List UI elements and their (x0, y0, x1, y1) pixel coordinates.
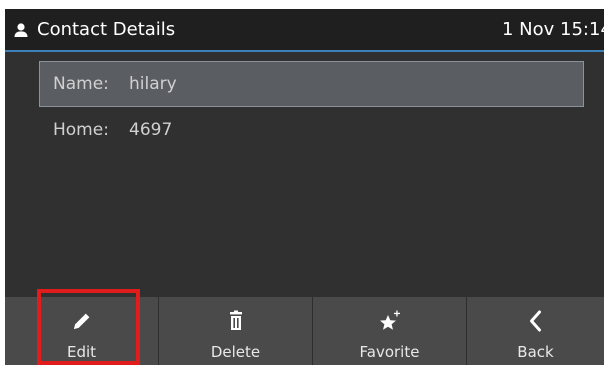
home-value: 4697 (129, 120, 173, 140)
pencil-icon (73, 313, 89, 329)
chevron-left-icon (529, 310, 541, 332)
phone-screen: Contact Details 1 Nov 15:14 Name: hilary… (0, 0, 604, 365)
date-time: 1 Nov 15:14 (502, 19, 604, 40)
contact-field-name-row[interactable]: Name: hilary (39, 61, 584, 107)
trash-icon (229, 310, 242, 330)
phone-display: Contact Details 1 Nov 15:14 Name: hilary… (5, 9, 604, 365)
home-label: Home: (53, 120, 109, 140)
favorite-button[interactable]: Favorite (313, 297, 467, 365)
delete-label: Delete (210, 343, 261, 361)
delete-button[interactable]: Delete (159, 297, 313, 365)
softkey-bar: Edit Delete Favorite Back (5, 297, 604, 365)
star-plus-icon (379, 310, 400, 330)
back-label: Back (517, 343, 554, 361)
title-bar: Contact Details 1 Nov 15:14 (5, 9, 604, 52)
name-label: Name: (53, 74, 109, 94)
edit-button[interactable]: Edit (5, 297, 159, 365)
person-icon (14, 23, 28, 37)
favorite-label: Favorite (359, 343, 420, 361)
edit-label: Edit (66, 343, 97, 361)
contact-field-home-row[interactable]: Home: 4697 (39, 109, 584, 153)
page-title: Contact Details (37, 19, 176, 40)
back-button[interactable]: Back (467, 297, 604, 365)
name-value: hilary (129, 74, 177, 94)
